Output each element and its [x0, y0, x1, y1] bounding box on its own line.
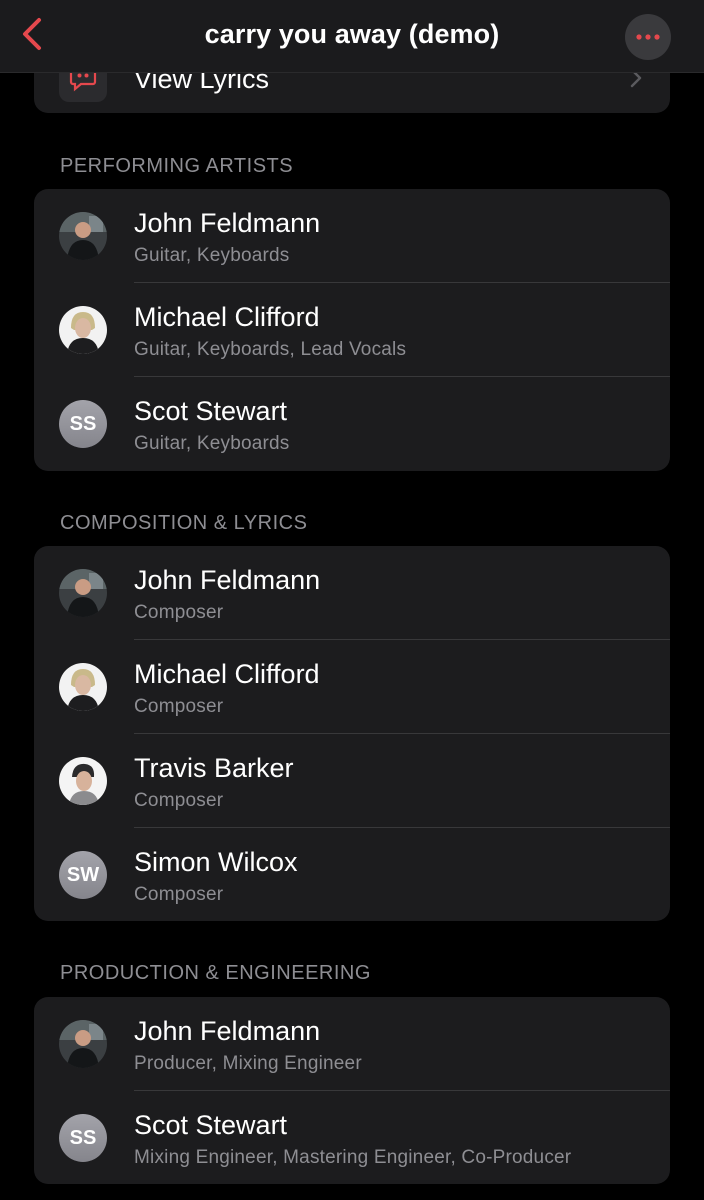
artist-name: Scot Stewart [134, 1110, 288, 1140]
artist-name: Michael Clifford [134, 302, 320, 332]
artist-role: Mixing Engineer, Mastering Engineer, Co-… [134, 1147, 572, 1168]
section-header-composition-lyrics: COMPOSITION & LYRICS [60, 512, 308, 534]
list-item[interactable]: SW Simon Wilcox Composer [34, 828, 670, 921]
avatar [59, 663, 107, 711]
navigation-bar: carry you away (demo) [0, 0, 704, 73]
avatar [59, 569, 107, 617]
artist-role: Guitar, Keyboards, Lead Vocals [134, 339, 407, 360]
artist-role: Guitar, Keyboards [134, 245, 290, 266]
artist-role: Producer, Mixing Engineer [134, 1053, 362, 1074]
ellipsis-icon [635, 28, 661, 46]
section-header-production-engineering: PRODUCTION & ENGINEERING [60, 962, 371, 984]
avatar: SS [59, 400, 107, 448]
list-item[interactable]: John Feldmann Producer, Mixing Engineer [34, 997, 670, 1091]
artist-role: Composer [134, 884, 224, 905]
artist-role: Composer [134, 696, 224, 717]
list-item[interactable]: Michael Clifford Composer [34, 640, 670, 734]
avatar [59, 1020, 107, 1068]
production-engineering-list: John Feldmann Producer, Mixing Engineer … [34, 997, 670, 1184]
avatar: SS [59, 1114, 107, 1162]
artist-role: Guitar, Keyboards [134, 433, 290, 454]
credits-screen: View Lyrics carry you away (demo) PERFOR… [0, 0, 704, 1200]
list-item[interactable]: SS Scot Stewart Mixing Engineer, Masteri… [34, 1091, 670, 1184]
list-item[interactable]: John Feldmann Composer [34, 546, 670, 640]
list-item[interactable]: SS Scot Stewart Guitar, Keyboards [34, 377, 670, 471]
list-item[interactable]: John Feldmann Guitar, Keyboards [34, 189, 670, 283]
artist-name: Scot Stewart [134, 396, 288, 426]
artist-name: Michael Clifford [134, 659, 320, 689]
avatar [59, 306, 107, 354]
performing-artists-list: John Feldmann Guitar, Keyboards Michael … [34, 189, 670, 471]
avatar [59, 212, 107, 260]
list-item[interactable]: Travis Barker Composer [34, 734, 670, 828]
artist-name: Travis Barker [134, 753, 294, 783]
artist-name: John Feldmann [134, 208, 321, 238]
list-item[interactable]: Michael Clifford Guitar, Keyboards, Lead… [34, 283, 670, 377]
artist-name: Simon Wilcox [134, 847, 298, 877]
composition-lyrics-list: John Feldmann Composer Michael Clifford … [34, 546, 670, 921]
page-title: carry you away (demo) [204, 19, 500, 49]
artist-role: Composer [134, 790, 224, 811]
avatar [59, 757, 107, 805]
section-header-performing-artists: PERFORMING ARTISTS [60, 155, 294, 177]
artist-role: Composer [134, 602, 224, 623]
artist-name: John Feldmann [134, 565, 321, 595]
more-button[interactable] [625, 14, 671, 60]
artist-name: John Feldmann [134, 1016, 321, 1046]
avatar: SW [59, 851, 107, 899]
